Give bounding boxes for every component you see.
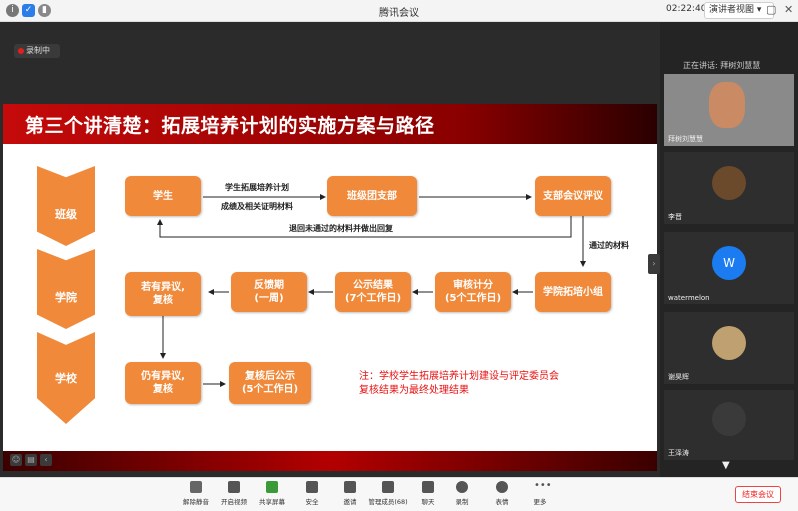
minimize-icon[interactable]: – xyxy=(746,3,752,16)
participant-tile[interactable]: 拜树刘慧慧 xyxy=(664,74,794,146)
more-icon: ••• xyxy=(534,480,552,491)
participant-name: 谢昊辉 xyxy=(668,373,689,381)
box-class-branch: 班级团支部 xyxy=(327,176,417,216)
collapse-icon[interactable]: ‹ xyxy=(40,454,52,466)
label-submit-plan: 学生拓展培养计划 xyxy=(225,183,289,192)
mic-off-icon xyxy=(190,481,202,493)
label-passed: 通过的材料 xyxy=(589,241,629,250)
meeting-toolbar: 解除静音 开启视频 共享屏幕 安全 邀请 管理成员(68) 聊天 录制 表情 •… xyxy=(0,477,798,511)
avatar xyxy=(712,166,746,200)
participant-tile[interactable]: 李晋 xyxy=(664,152,794,224)
box-feedback: 反馈期 (一周) xyxy=(231,272,307,312)
view-switch[interactable]: 演讲者视图 ▾ xyxy=(704,2,774,19)
recording-badge: 录制中 xyxy=(14,44,60,58)
reactions-button[interactable]: 表情 xyxy=(482,481,522,506)
emoji-icon[interactable]: ☺ xyxy=(10,454,22,466)
record-icon xyxy=(456,481,468,493)
security-button[interactable]: 安全 xyxy=(292,481,332,506)
chat-icon[interactable]: ▤ xyxy=(25,454,37,466)
slide-footer xyxy=(3,451,657,471)
participant-name: 王泽涛 xyxy=(668,449,689,457)
speaking-indicator: 正在讲话: 拜树刘慧慧 xyxy=(683,61,761,70)
participant-name: 李晋 xyxy=(668,213,682,221)
manage-members-button[interactable]: 管理成员(68) xyxy=(368,481,408,506)
meeting-timer: 02:22:40 xyxy=(666,4,707,14)
box-student: 学生 xyxy=(125,176,201,216)
box-college-group: 学院拓培小组 xyxy=(535,272,611,312)
invite-button[interactable]: 邀请 xyxy=(330,481,370,506)
camera-off-icon xyxy=(228,481,240,493)
slide: 第三个讲清楚：拓展培养计划的实施方案与路径 班级 学院 学校 学生 班级团支部 … xyxy=(3,104,657,471)
box-branch-review: 支部会议评议 xyxy=(535,176,611,216)
box-review-publicity: 复核后公示 (5个工作日) xyxy=(229,362,311,404)
participant-tile[interactable]: W watermelon xyxy=(664,232,794,304)
label-submit-materials: 成绩及相关证明材料 xyxy=(221,202,293,211)
close-icon[interactable]: ✕ xyxy=(784,3,793,16)
share-screen-button[interactable]: 共享屏幕 xyxy=(252,481,292,506)
avatar xyxy=(712,326,746,360)
box-still-objection: 仍有异议, 复核 xyxy=(125,362,201,404)
smile-icon xyxy=(496,481,508,493)
sidebar-toggle-icon[interactable]: › xyxy=(648,254,660,274)
participant-tile[interactable]: 谢昊辉 xyxy=(664,312,794,384)
mute-button[interactable]: 解除静音 xyxy=(176,481,216,506)
record-button[interactable]: 录制 xyxy=(442,481,482,506)
box-objection: 若有异议, 复核 xyxy=(125,272,201,316)
avatar: W xyxy=(712,246,746,280)
label-return: 退回未通过的材料并做出回复 xyxy=(289,224,393,233)
maximize-icon[interactable]: ▢ xyxy=(766,3,776,16)
members-icon xyxy=(382,481,394,493)
scroll-down-icon[interactable]: ▼ xyxy=(722,460,730,471)
chat-icon xyxy=(422,481,434,493)
video-button[interactable]: 开启视频 xyxy=(214,481,254,506)
title-bar: i ✓ ▮ 腾讯会议 02:22:40 演讲者视图 ▾ – ▢ ✕ xyxy=(0,0,798,22)
participant-tile[interactable]: 王泽涛 xyxy=(664,390,794,460)
box-audit: 审核计分 (5个工作日) xyxy=(435,272,511,312)
participant-video xyxy=(709,82,745,128)
participant-name: 拜树刘慧慧 xyxy=(668,135,703,143)
end-meeting-button[interactable]: 结束会议 xyxy=(735,486,781,503)
screen-share-icon xyxy=(266,481,278,493)
add-user-icon xyxy=(344,481,356,493)
box-publicity: 公示结果 (7个工作日) xyxy=(335,272,411,312)
more-button[interactable]: ••• 更多 xyxy=(520,480,560,507)
slide-note: 注：学校学生拓展培养计划建设与评定委员会 复核结果为最终处理结果 xyxy=(359,371,559,396)
shield-icon xyxy=(306,481,318,493)
participant-sidebar: 正在讲话: 拜树刘慧慧 拜树刘慧慧 李晋 W watermelon 谢昊辉 王泽… xyxy=(660,22,798,477)
participant-name: watermelon xyxy=(668,294,710,302)
shared-screen-area: 录制中 第三个讲清楚：拓展培养计划的实施方案与路径 班级 学院 学校 学生 班级… xyxy=(0,22,660,477)
avatar xyxy=(712,402,746,436)
